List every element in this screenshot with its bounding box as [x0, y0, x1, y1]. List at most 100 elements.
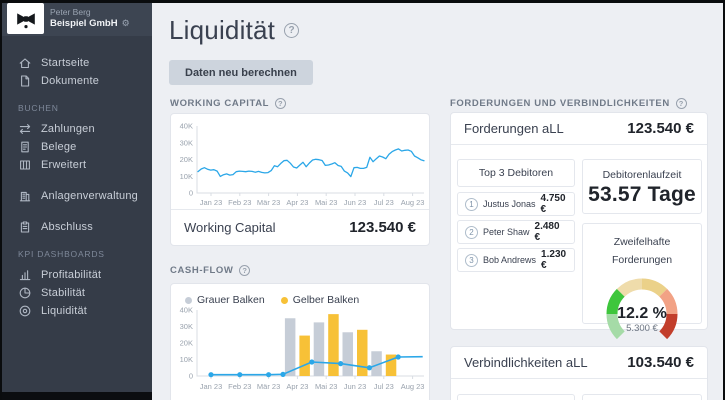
sidebar-header: Peter Berg Beispiel GmbH ⚙: [2, 3, 152, 36]
svg-text:Jun 23: Jun 23: [344, 382, 367, 391]
debtor-name: Peter Shaw: [483, 227, 530, 237]
transfer-arrows-icon: [18, 122, 32, 136]
cash-flow-card: Grauer Balken Gelber Balken 0 10K 20K 30K 40K…: [170, 283, 430, 400]
svg-text:Jan 23: Jan 23: [200, 198, 223, 207]
sidebar-item-belege[interactable]: Belege: [2, 138, 152, 156]
sidebar-item-abschluss[interactable]: Abschluss: [2, 218, 152, 236]
bowtie-logo: [16, 12, 35, 28]
sidebar-item-liquiditat[interactable]: Liquidität: [2, 302, 152, 320]
pie-chart-icon: [18, 286, 32, 300]
company-name: Beispiel GmbH: [50, 17, 118, 29]
receivables-help-icon[interactable]: ?: [675, 98, 687, 109]
top-debtors-title: Top 3 Debitoren: [478, 167, 554, 179]
liabilities-sub-box-right: [582, 394, 702, 400]
document-icon: [18, 74, 32, 88]
legend-item-grauer-balken[interactable]: Grauer Balken: [185, 294, 265, 306]
sidebar-item-zahlungen[interactable]: Zahlungen: [2, 120, 152, 138]
cash-flow-chart: 0 10K 20K 30K 40K Jan 23 Feb 23 Mär 23 Apr 23 Mai…: [180, 306, 425, 392]
legend-item-gelber-balken[interactable]: Gelber Balken: [280, 294, 360, 306]
rank-badge: 2: [465, 225, 478, 239]
sidebar-item-label: Dokumente: [41, 75, 100, 87]
user-name: Peter Berg: [50, 7, 91, 17]
sidebar-item-erweitert[interactable]: Erweitert: [2, 156, 152, 174]
dso-label: Debitorenlaufzeit: [602, 169, 682, 181]
legend-dot-icon: [185, 296, 192, 304]
debtor-value: 2.480 €: [534, 221, 560, 243]
page-title: Liquidität: [169, 15, 276, 45]
columns-book-icon: [18, 158, 32, 172]
building-icon: [18, 189, 32, 203]
doubtful-receivables-label: Zweifelhafte Forderungen: [611, 236, 673, 266]
sidebar: Peter Berg Beispiel GmbH ⚙ Startseite Dok…: [2, 3, 152, 400]
clipboard-icon: [18, 220, 32, 234]
debtor-row-peter-shaw: 2 Peter Shaw 2.480 €: [457, 220, 575, 244]
svg-text:0: 0: [189, 189, 193, 198]
sidebar-item-stabilitat[interactable]: Stabilität: [2, 284, 152, 302]
doubtful-receivables-gauge: 12.2 %5.300 €: [606, 278, 678, 340]
cash-flow-section-label: CASH-FLOW: [170, 265, 234, 276]
svg-text:12.2 %: 12.2 %: [617, 305, 667, 322]
svg-text:Jul 23: Jul 23: [374, 382, 394, 391]
dso-box: Debitorenlaufzeit 53.57 Tage: [582, 159, 702, 214]
working-capital-chart: 0 10K 20K 30K 40K Jan 23 Feb 23 Mär 23 Apr 23 Mai…: [180, 122, 425, 207]
svg-text:20K: 20K: [180, 155, 193, 164]
rank-badge: 3: [465, 253, 478, 267]
svg-text:Feb 23: Feb 23: [228, 198, 251, 207]
debtor-value: 4.750 €: [540, 193, 566, 215]
nav-section-kpi-dashboards: KPI DASHBOARDS: [18, 249, 105, 259]
sidebar-item-anlagenverwaltung[interactable]: Anlagenverwaltung: [2, 187, 152, 205]
legend-label: Gelber Balken: [292, 294, 360, 306]
cash-flow-help-icon[interactable]: ?: [239, 265, 251, 276]
sidebar-item-startseite[interactable]: Startseite: [2, 54, 152, 72]
home-icon: [18, 56, 32, 70]
gear-icon[interactable]: ⚙: [122, 18, 130, 29]
svg-text:Jan 23: Jan 23: [200, 382, 223, 391]
svg-text:Mär 23: Mär 23: [257, 382, 280, 391]
debtor-value: 1.230 €: [541, 249, 567, 271]
sidebar-item-dokumente[interactable]: Dokumente: [2, 72, 152, 90]
nav-section-buchen: BUCHEN: [18, 103, 59, 113]
sidebar-item-label: Startseite: [41, 57, 90, 69]
coin-icon: [18, 304, 32, 318]
svg-text:Apr 23: Apr 23: [286, 198, 308, 207]
working-capital-card: 0 10K 20K 30K 40K Jan 23 Feb 23 Mär 23 Apr 23 Mai…: [170, 113, 430, 246]
main-content: Liquidität ? Daten neu berechnen WORKING…: [152, 3, 723, 400]
app-window: Peter Berg Beispiel GmbH ⚙ Startseite Dok…: [2, 3, 723, 400]
svg-text:Apr 23: Apr 23: [286, 382, 308, 391]
cash-flow-legend: Grauer Balken Gelber Balken: [171, 284, 429, 306]
debtor-row-bob-andrews: 3 Bob Andrews 1.230 €: [457, 248, 575, 272]
liabilities-card: Verbindlichkeiten aLL 103.540 €: [450, 346, 708, 400]
svg-text:0: 0: [189, 372, 193, 381]
svg-text:10K: 10K: [180, 355, 193, 364]
svg-text:Mär 23: Mär 23: [257, 198, 280, 207]
sidebar-item-label: Erweitert: [41, 159, 87, 171]
logo-box[interactable]: [7, 3, 44, 34]
bar-chart-icon: [18, 268, 32, 282]
sidebar-item-profitabilitat[interactable]: Profitabilität: [2, 266, 152, 284]
svg-text:5.300 €: 5.300 €: [626, 323, 658, 334]
svg-text:10K: 10K: [180, 172, 193, 181]
receivables-header-label: Forderungen aLL: [464, 121, 564, 136]
receivables-card: Forderungen aLL 123.540 € Top 3 Debitore…: [450, 112, 708, 340]
sidebar-item-label: Anlagenverwaltung: [41, 190, 138, 202]
svg-text:40K: 40K: [180, 122, 193, 131]
svg-text:Jun 23: Jun 23: [344, 198, 367, 207]
dso-value: 53.57 Tage: [588, 183, 696, 206]
page-title-help-icon[interactable]: ?: [284, 23, 300, 38]
rank-badge: 1: [465, 197, 478, 211]
user-block: Peter Berg Beispiel GmbH ⚙: [50, 7, 130, 30]
debtor-name: Justus Jonas: [483, 199, 536, 209]
debtor-name: Bob Andrews: [483, 255, 537, 265]
liabilities-sub-box-left: [457, 394, 575, 400]
svg-text:Aug 23: Aug 23: [401, 382, 425, 391]
receivables-section-label: FORDERUNGEN UND VERBINDLICHKEITEN: [450, 98, 670, 109]
receipt-icon: [18, 140, 32, 154]
recalculate-button[interactable]: Daten neu berechnen: [169, 60, 313, 85]
liabilities-header-label: Verbindlichkeiten aLL: [464, 355, 588, 370]
svg-text:20K: 20K: [180, 339, 193, 348]
working-capital-help-icon[interactable]: ?: [275, 98, 287, 109]
doubtful-receivables-box: Zweifelhafte Forderungen 12.2 % 5.300 €: [582, 223, 702, 340]
sidebar-footer-bar: [2, 392, 152, 400]
sidebar-item-label: Abschluss: [41, 221, 93, 233]
liabilities-header-value: 103.540 €: [627, 354, 694, 371]
